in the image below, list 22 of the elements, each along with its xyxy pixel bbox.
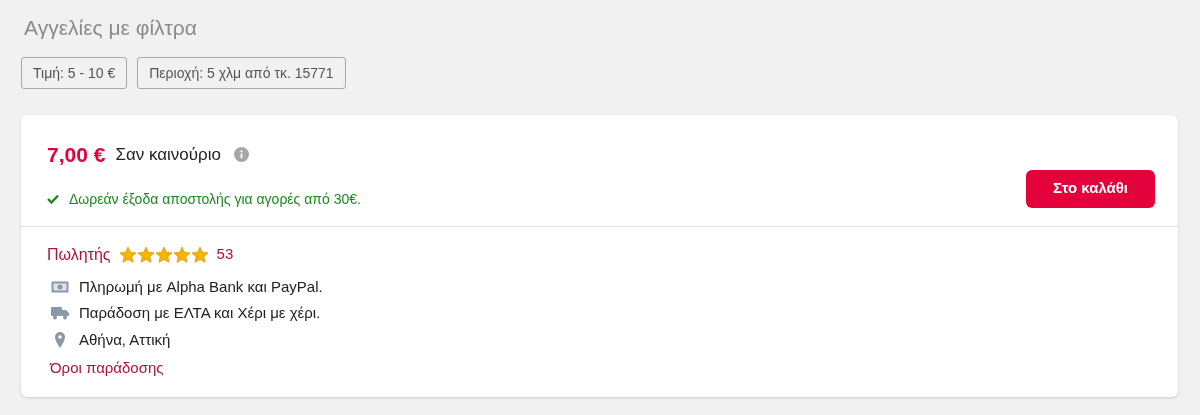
seller-detail: Πληρωμή με Alpha Bank και PayPal. — [79, 276, 323, 297]
star-icon — [136, 245, 155, 264]
seller-detail: Παράδοση με ΕΛΤΑ και Χέρι με χέρι. — [79, 303, 321, 323]
star-icon — [118, 245, 137, 264]
star-icon — [172, 245, 191, 264]
banknote-icon — [51, 280, 69, 293]
check-icon — [47, 194, 59, 204]
star-icon — [190, 245, 209, 264]
seller-detail: Αθήνα, Αττική — [79, 329, 171, 350]
filter-chip[interactable]: Τιμή: 5 - 10 € — [21, 57, 128, 89]
add-to-cart-button[interactable]: Στο καλάθι — [1026, 169, 1155, 208]
star-icon — [154, 245, 173, 264]
shipping-note: Δωρεάν έξοδα αποστολής για αγορές από 30€. — [69, 189, 361, 209]
price: 7,00 € — [47, 142, 106, 168]
page-heading: Αγγελίες με φίλτρα — [24, 15, 198, 41]
filter-chip[interactable]: Περιοχή: 5 χλμ από τκ. 15771 — [137, 57, 346, 89]
info-icon[interactable] — [234, 147, 249, 163]
condition-label: Σαν καινούριο — [115, 144, 221, 166]
delivery-terms-link[interactable]: Όροι παράδοσης — [50, 357, 164, 380]
seller-label: Πωλητής — [47, 244, 111, 265]
truck-icon — [51, 306, 69, 321]
rating-count: 53 — [216, 244, 234, 265]
